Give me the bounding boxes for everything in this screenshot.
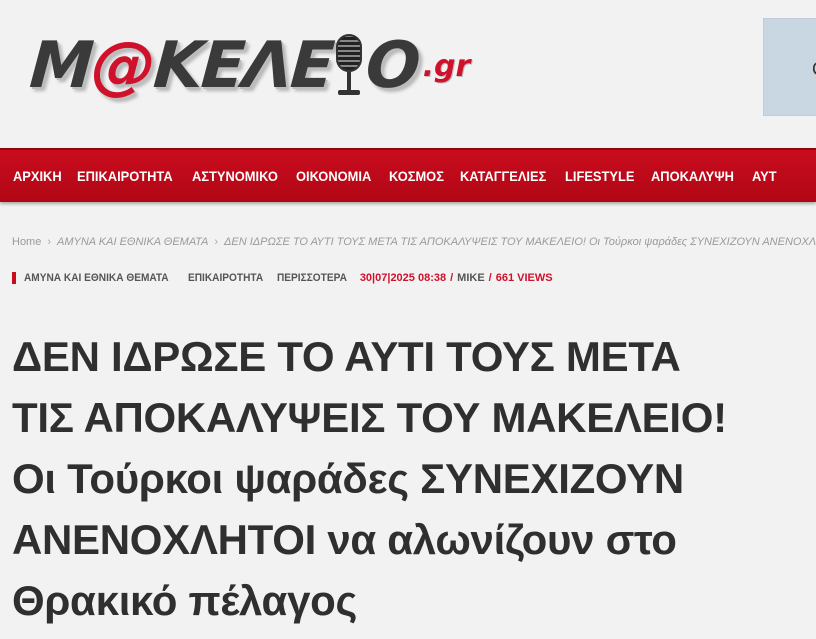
title-line: Οι Τούρκοι ψαράδες ΣΥΝΕΧΙΖΟΥΝ xyxy=(12,455,684,502)
breadcrumb-separator: › xyxy=(47,236,52,248)
microphone-icon xyxy=(334,34,364,98)
nav-item-1[interactable]: ΕΠΙΚΑΙΡΟΤΗΤΑ xyxy=(77,168,173,184)
nav-item-3[interactable]: ΟΙΚΟΝΟΜΙΑ xyxy=(296,168,371,184)
breadcrumb-current: ΔΕΝ ΙΔΡΩΣΕ ΤΟ ΑΥΤΙ ΤΟΥΣ ΜΕΤΑ ΤΙΣ ΑΠΟΚΑΛΥ… xyxy=(224,236,816,248)
nav-item-7[interactable]: ΑΠΟΚΑΛΥΨΗ xyxy=(651,168,734,184)
nav-item-5[interactable]: ΚΑΤΑΓΓΕΛΙΕΣ xyxy=(460,168,546,184)
meta-tag-defence[interactable]: ΑΜΥΝΑ ΚΑΙ ΕΘΝΙΚΑ ΘΕΜΑΤΑ xyxy=(24,272,169,284)
logo-wordmark: M@KEΛE xyxy=(27,29,335,103)
title-line: Θρακικό πέλαγος xyxy=(12,577,358,624)
meta-tag-more[interactable]: ΠΕΡΙΣΣΟΤΕΡΑ xyxy=(277,272,347,284)
breadcrumb: Home › ΑΜΥΝΑ ΚΑΙ ΕΘΝΙΚΑ ΘΕΜΑΤΑ › ΔΕΝ ΙΔΡΩΣΕ … xyxy=(12,236,816,248)
site-header: M@KEΛE O .gr C xyxy=(0,0,816,148)
main-navigation: ΑΡΧΙΚΗ ΕΠΙΚΑΙΡΟΤΗΤΑ ΑΣΤΥΝΟΜΙΚΟ ΟΙΚΟΝΟΜΙΑ ΚΟΣ… xyxy=(0,148,816,202)
publish-date: 30|07|2025 08:38 xyxy=(359,272,447,284)
view-count: 661 VIEWS xyxy=(495,272,553,284)
nav-item-6[interactable]: LIFESTYLE xyxy=(565,168,634,184)
header-ad-banner[interactable]: C xyxy=(763,18,816,116)
site-logo[interactable]: M@KEΛE O .gr xyxy=(27,18,471,103)
nav-item-2[interactable]: ΑΣΤΥΝΟΜΙΚΟ xyxy=(192,168,278,184)
nav-item-0[interactable]: ΑΡΧΙΚΗ xyxy=(13,168,62,184)
ad-glyph: C xyxy=(812,59,816,80)
meta-accent-bar xyxy=(12,272,16,284)
logo-tld: .gr xyxy=(422,49,471,84)
article-meta: ΑΜΥΝΑ ΚΑΙ ΕΘΝΙΚΑ ΘΕΜΑΤΑ ΕΠΙΚΑΙΡΟΤΗΤΑ ΠΕΡ… xyxy=(12,271,553,285)
nav-item-8[interactable]: ΑΥΤ xyxy=(752,168,777,184)
article-title: ΔΕΝ ΙΔΡΩΣΕ ΤΟ ΑΥΤΙ ΤΟΥΣ ΜΕΤΑ ΤΙΣ ΑΠΟΚΑΛΥ… xyxy=(12,326,812,631)
nav-item-4[interactable]: ΚΟΣΜΟΣ xyxy=(389,168,444,184)
breadcrumb-home[interactable]: Home xyxy=(12,236,41,248)
logo-wordmark-end: O xyxy=(363,29,422,103)
title-line: ΔΕΝ ΙΔΡΩΣΕ ΤΟ ΑΥΤΙ ΤΟΥΣ ΜΕΤΑ xyxy=(12,333,681,380)
breadcrumb-category[interactable]: ΑΜΥΝΑ ΚΑΙ ΕΘΝΙΚΑ ΘΕΜΑΤΑ xyxy=(57,236,208,248)
meta-separator: / xyxy=(450,272,454,284)
meta-separator: / xyxy=(488,272,492,284)
title-line: ΤΙΣ ΑΠΟΚΑΛΥΨΕΙΣ ΤΟΥ ΜΑΚΕΛΕΙΟ! xyxy=(12,394,727,441)
breadcrumb-separator: › xyxy=(214,236,219,248)
title-line: ΑΝΕΝΟΧΛΗΤΟΙ να αλωνίζουν στο xyxy=(12,516,677,563)
meta-tag-news[interactable]: ΕΠΙΚΑΙΡΟΤΗΤΑ xyxy=(188,272,263,284)
author-name[interactable]: MIKE xyxy=(457,272,485,284)
